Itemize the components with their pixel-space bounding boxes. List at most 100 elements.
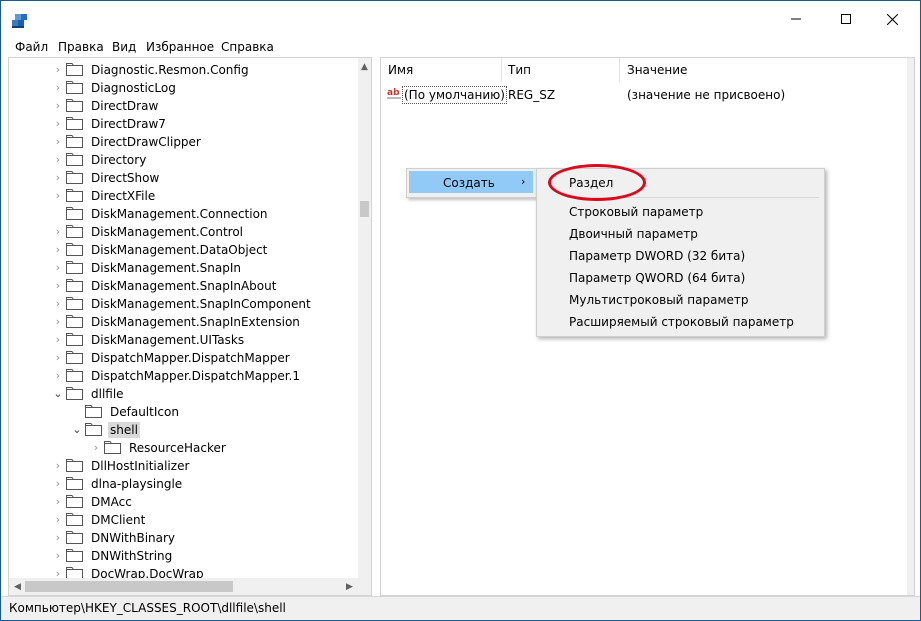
submenu-item-binary[interactable]: Двоичный параметр <box>569 226 698 242</box>
folder-icon <box>104 441 121 454</box>
chevron-right-icon[interactable]: › <box>52 459 64 473</box>
submenu-item-dword[interactable]: Параметр DWORD (32 бита) <box>569 248 745 264</box>
tree-item[interactable]: › DiskManagement.Control <box>9 223 357 241</box>
tree-item[interactable]: › DirectXFile <box>9 187 357 205</box>
tree-item[interactable]: › DispatchMapper.DispatchMapper <box>9 349 357 367</box>
tree-vertical-scroll-thumb[interactable] <box>360 201 369 217</box>
chevron-right-icon[interactable]: › <box>52 315 64 329</box>
chevron-right-icon[interactable]: › <box>52 135 64 149</box>
column-divider[interactable] <box>501 58 502 82</box>
menu-edit[interactable]: Правка <box>58 40 104 54</box>
tree-item[interactable]: › DMClient <box>9 511 357 529</box>
chevron-right-icon[interactable]: › <box>52 81 64 95</box>
value-name-cell[interactable]: (По умолчанию) <box>402 86 507 104</box>
scroll-corner <box>358 578 371 595</box>
chevron-right-icon[interactable]: › <box>52 153 64 167</box>
column-header-name[interactable]: Имя <box>388 58 413 82</box>
tree-item[interactable]: DefaultIcon <box>9 403 357 421</box>
tree-item[interactable]: › DirectDraw <box>9 97 357 115</box>
chevron-down-icon[interactable]: ⌄ <box>52 387 64 401</box>
context-menu: Создать › <box>406 168 538 198</box>
tree-item[interactable]: › DirectDrawClipper <box>9 133 357 151</box>
tree-item-label: dlna-playsingle <box>91 477 183 491</box>
submenu-item-string[interactable]: Строковый параметр <box>569 204 703 220</box>
title-bar <box>1 1 920 37</box>
scroll-right-icon[interactable]: ▶ <box>343 582 356 592</box>
tree-item[interactable]: › DiskManagement.UITasks <box>9 331 357 349</box>
tree-item[interactable]: DiskManagement.Connection <box>9 205 357 223</box>
maximize-button[interactable] <box>823 1 869 37</box>
folder-icon <box>66 351 83 364</box>
tree-item-label: DirectShow <box>91 171 160 185</box>
tree-item[interactable]: › DiskManagement.SnapInComponent <box>9 295 357 313</box>
value-data-cell: (значение не присвоено) <box>627 88 786 102</box>
tree-horizontal-scrollbar[interactable]: ◀ ▶ <box>9 578 358 595</box>
column-divider[interactable] <box>619 58 620 82</box>
tree-item[interactable]: ⌄ dllfile <box>9 385 357 403</box>
chevron-right-icon[interactable]: › <box>52 369 64 383</box>
submenu-item-expandable-string[interactable]: Расширяемый строковый параметр <box>569 314 794 330</box>
chevron-right-icon[interactable]: › <box>52 513 64 527</box>
list-vertical-scrollbar[interactable] <box>907 58 914 595</box>
chevron-right-icon[interactable]: › <box>52 531 64 545</box>
tree-item[interactable]: › dlna-playsingle <box>9 475 357 493</box>
chevron-right-icon[interactable]: › <box>52 297 64 311</box>
folder-icon <box>66 261 83 274</box>
tree-item[interactable]: › DirectDraw7 <box>9 115 357 133</box>
chevron-right-icon[interactable]: › <box>52 63 64 77</box>
chevron-right-icon[interactable]: › <box>52 477 64 491</box>
column-header-type[interactable]: Тип <box>508 58 531 82</box>
chevron-right-icon[interactable]: › <box>52 117 64 131</box>
scroll-left-icon[interactable]: ◀ <box>11 582 24 592</box>
chevron-right-icon[interactable]: › <box>52 495 64 509</box>
tree-horizontal-scroll-thumb[interactable] <box>25 581 233 592</box>
scroll-up-icon[interactable]: ▲ <box>358 62 371 72</box>
chevron-right-icon[interactable]: › <box>52 171 64 185</box>
chevron-right-icon[interactable]: › <box>52 549 64 563</box>
folder-icon <box>66 207 83 220</box>
tree-item[interactable]: › DispatchMapper.DispatchMapper.1 <box>9 367 357 385</box>
chevron-right-icon[interactable]: › <box>90 441 102 455</box>
column-header-value[interactable]: Значение <box>627 58 687 82</box>
chevron-right-icon[interactable]: › <box>52 333 64 347</box>
tree-item[interactable]: › DNWithString <box>9 547 357 565</box>
chevron-right-icon[interactable]: › <box>52 225 64 239</box>
folder-icon <box>66 531 83 544</box>
tree-item[interactable]: › ResourceHacker <box>9 439 357 457</box>
chevron-right-icon[interactable]: › <box>52 243 64 257</box>
tree-item[interactable]: › DiskManagement.SnapIn <box>9 259 357 277</box>
tree-item[interactable]: › Directory <box>9 151 357 169</box>
menu-view[interactable]: Вид <box>112 40 136 54</box>
tree-item[interactable]: › DiskManagement.SnapInAbout <box>9 277 357 295</box>
tree-item[interactable]: › Diagnostic.Resmon.Config <box>9 61 357 79</box>
close-button[interactable] <box>869 1 915 37</box>
maximize-icon <box>841 14 851 24</box>
chevron-right-icon[interactable]: › <box>52 189 64 203</box>
submenu-item-qword[interactable]: Параметр QWORD (64 бита) <box>569 270 745 286</box>
tree-item[interactable]: › DiskManagement.SnapInExtension <box>9 313 357 331</box>
tree-item[interactable]: › DirectShow <box>9 169 357 187</box>
chevron-right-icon[interactable]: › <box>52 261 64 275</box>
status-bar: Компьютер\HKEY_CLASSES_ROOT\dllfile\shel… <box>1 596 920 620</box>
tree-item[interactable]: › DllHostInitializer <box>9 457 357 475</box>
folder-icon <box>66 117 83 130</box>
tree-item-label: DiskManagement.Connection <box>91 207 268 221</box>
folder-icon <box>66 387 83 400</box>
tree-item[interactable]: › DNWithBinary <box>9 529 357 547</box>
chevron-right-icon[interactable]: › <box>52 279 64 293</box>
menu-favorites[interactable]: Избранное <box>146 40 214 54</box>
tree-item[interactable]: › DMAcc <box>9 493 357 511</box>
menu-file[interactable]: Файл <box>15 40 48 54</box>
tree-item[interactable]: › DiskManagement.DataObject <box>9 241 357 259</box>
tree-vertical-scrollbar[interactable]: ▲ <box>358 58 371 578</box>
minimize-button[interactable] <box>773 1 819 37</box>
chevron-down-icon[interactable]: ⌄ <box>71 423 83 437</box>
folder-icon <box>66 189 83 202</box>
folder-icon <box>66 99 83 112</box>
tree-item[interactable]: › DiagnosticLog <box>9 79 357 97</box>
menu-help[interactable]: Справка <box>221 40 274 54</box>
submenu-item-multistring[interactable]: Мультистроковый параметр <box>569 292 749 308</box>
tree-item[interactable]: ⌄ shell <box>9 421 357 439</box>
chevron-right-icon[interactable]: › <box>52 351 64 365</box>
chevron-right-icon[interactable]: › <box>52 99 64 113</box>
